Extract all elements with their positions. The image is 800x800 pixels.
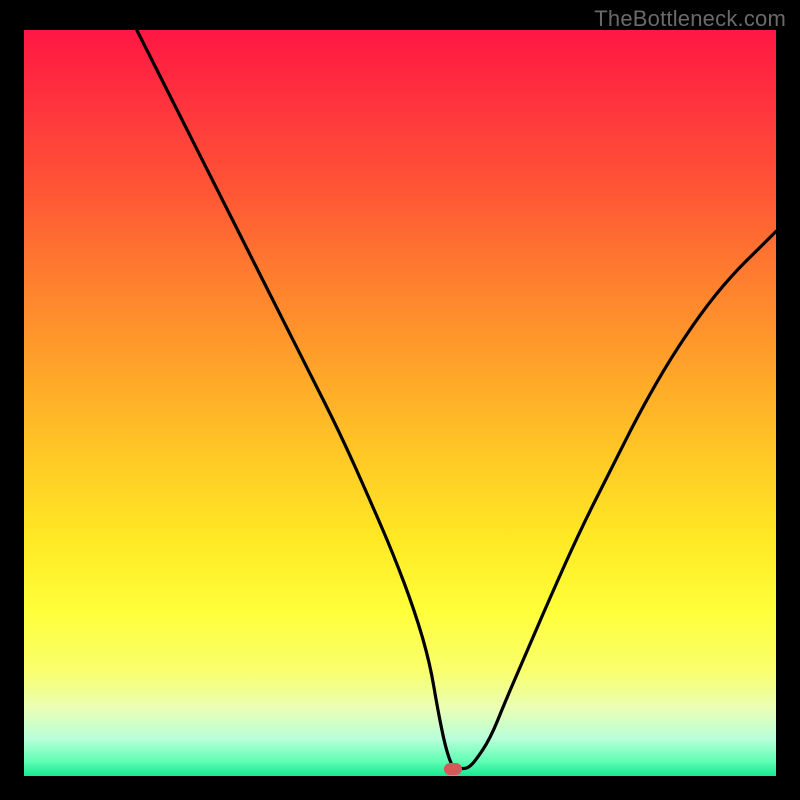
chart-frame: TheBottleneck.com — [0, 0, 800, 800]
bottleneck-curve — [137, 30, 776, 769]
curve-svg — [24, 30, 776, 776]
optimal-point-marker — [444, 763, 462, 775]
plot-area — [24, 30, 776, 776]
watermark-text: TheBottleneck.com — [594, 6, 786, 32]
